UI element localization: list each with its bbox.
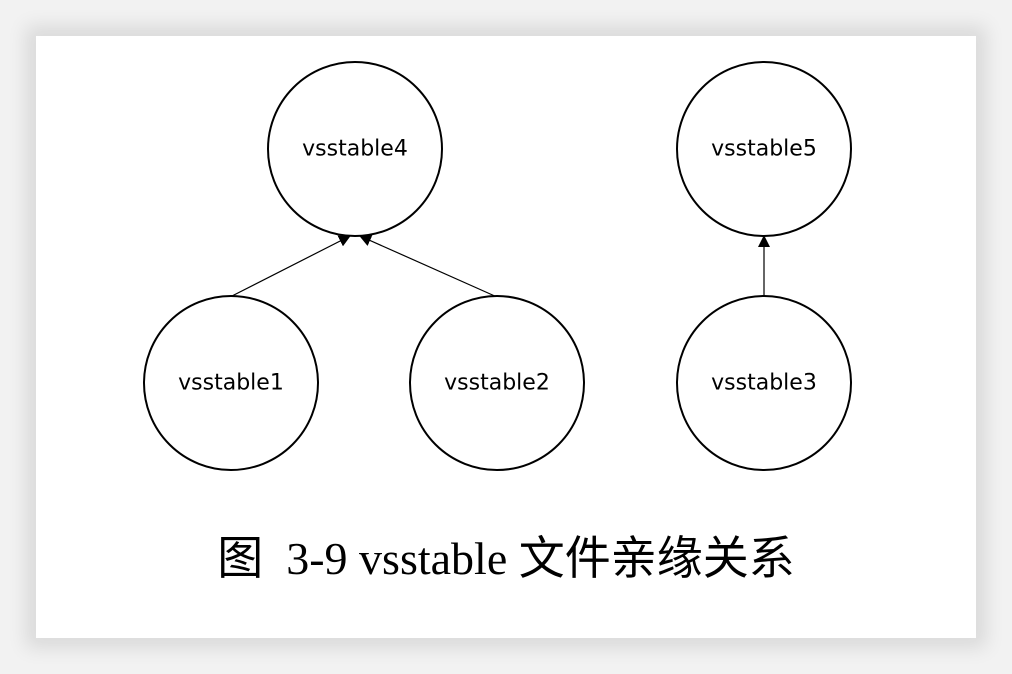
edge-vsstable1-to-vsstable4 [229, 235, 351, 298]
node-vsstable5: vsstable5 [676, 61, 852, 237]
edge-vsstable2-to-vsstable4 [359, 234, 498, 298]
node-label: vsstable2 [444, 371, 550, 396]
node-label: vsstable1 [178, 371, 284, 396]
node-label: vsstable4 [302, 137, 408, 162]
node-label: vsstable5 [711, 137, 817, 162]
node-vsstable1: vsstable1 [143, 295, 319, 471]
node-vsstable4: vsstable4 [267, 61, 443, 237]
node-vsstable3: vsstable3 [676, 295, 852, 471]
node-vsstable2: vsstable2 [409, 295, 585, 471]
figure-caption: 图 3-9 vsstable 文件亲缘关系 [217, 533, 795, 584]
node-label: vsstable3 [711, 371, 817, 396]
